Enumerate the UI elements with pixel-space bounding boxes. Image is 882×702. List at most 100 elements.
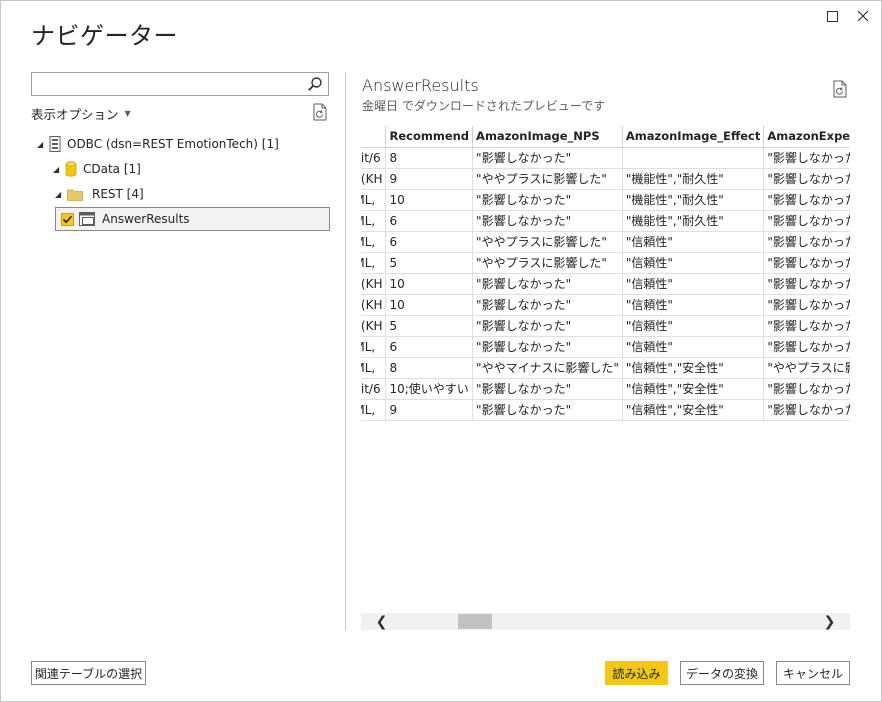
scrollbar-thumb[interactable] <box>458 614 492 629</box>
tree-node-odbc[interactable]: ◢ ODBC (dsn=REST EmotionTech) [1] <box>37 132 279 156</box>
column-header-recommend[interactable]: Recommend <box>385 126 474 148</box>
tree-node-answer-results[interactable]: AnswerResults <box>55 207 330 231</box>
table-cell: "影響しなかった" <box>763 315 850 337</box>
table-cell: "影響しなかった" <box>763 189 850 211</box>
table-cell: "信頼性" <box>622 336 765 358</box>
table-cell: 8 <box>385 357 474 379</box>
refresh-document-icon <box>832 80 848 102</box>
column-header[interactable] <box>361 126 387 148</box>
cancel-label: キャンセル <box>783 666 844 681</box>
table-cell: "影響しなかった" <box>472 189 623 211</box>
table-header-row: Recommend AmazonImage_NPS AmazonImage_Ef… <box>361 126 850 148</box>
scroll-right-icon[interactable]: ❯ <box>821 613 838 630</box>
tree-node-cdata[interactable]: ◢ CData [1] <box>53 157 141 181</box>
transform-data-button[interactable]: データの変換 <box>680 661 764 685</box>
table-cell: "影響しなかった" <box>472 147 623 169</box>
table-cell: "影響しなかった" <box>763 336 850 358</box>
display-options-dropdown[interactable]: 表示オプション ▼ <box>31 104 131 123</box>
table-cell: 6 <box>385 210 474 232</box>
close-window-button[interactable] <box>852 6 874 26</box>
preview-subtitle: 金曜日 でダウンロードされたプレビューです <box>362 99 606 113</box>
table-cell <box>622 147 765 169</box>
table-cell: HTML, <box>361 252 387 274</box>
expand-triangle-icon[interactable]: ◢ <box>53 165 65 174</box>
table-cell: "影響しなかった" <box>763 210 850 232</box>
table-cell: 6 <box>385 336 474 358</box>
refresh-button-left[interactable] <box>312 103 328 125</box>
table-cell: "影響しなかった" <box>763 399 850 421</box>
table-cell: "影響しなかった" <box>472 315 623 337</box>
table-cell: "信頼性" <box>622 273 765 295</box>
table-cell: "影響しなかった" <box>763 168 850 190</box>
table-cell: "影響しなかった" <box>472 378 623 400</box>
maximize-button[interactable] <box>821 6 843 26</box>
search-box[interactable] <box>31 72 329 96</box>
tree-label-odbc: ODBC (dsn=REST EmotionTech) [1] <box>67 137 279 151</box>
table-cell: ebKit/6 <box>361 378 387 400</box>
table-cell: "信頼性","安全性" <box>622 378 765 400</box>
table-cell: .36 (KH <box>361 273 387 295</box>
horizontal-scrollbar[interactable]: ❮ ❯ <box>361 613 850 630</box>
table-checkbox[interactable] <box>61 212 74 226</box>
table-cell: "影響しなかった" <box>763 273 850 295</box>
table-cell: "影響しなかった" <box>763 378 850 400</box>
search-input[interactable] <box>32 73 302 95</box>
scroll-left-icon[interactable]: ❮ <box>373 613 390 630</box>
load-button[interactable]: 読み込み <box>605 661 668 685</box>
search-icon[interactable] <box>307 76 323 96</box>
table-row: HTML, 10 "影響しなかった" "機能性","耐久性" "影響しなかった" <box>361 189 850 211</box>
table-row: .36 (KH 10 "影響しなかった" "信頼性" "影響しなかった" <box>361 273 850 295</box>
column-header-amazonimage-effect[interactable]: AmazonImage_Effect <box>622 126 765 148</box>
table-row: .36 (KH 5 "影響しなかった" "信頼性" "影響しなかった" <box>361 315 850 337</box>
table-cell: HTML, <box>361 210 387 232</box>
select-related-tables-label: 関連テーブルの選択 <box>34 666 143 681</box>
table-cell: "ややプラスに影響した" <box>472 252 623 274</box>
table-cell: "ややプラスに影響した" <box>472 168 623 190</box>
preview-table-viewport[interactable]: Recommend AmazonImage_NPS AmazonImage_Ef… <box>361 126 850 422</box>
column-header-amazonexperience-nps[interactable]: AmazonExperience_NPS <box>763 126 850 148</box>
tree-label-answer-results: AnswerResults <box>102 212 190 226</box>
table-row: HTML, 9 "影響しなかった" "信頼性","安全性" "影響しなかった" <box>361 399 850 421</box>
panel-divider <box>345 72 346 630</box>
preview-table: Recommend AmazonImage_NPS AmazonImage_Ef… <box>361 126 850 421</box>
folder-icon <box>67 188 83 201</box>
table-cell: 9 <box>385 168 474 190</box>
table-cell: "信頼性" <box>622 294 765 316</box>
table-cell: .36 (KH <box>361 315 387 337</box>
load-label: 読み込み <box>612 666 661 681</box>
table-cell: "影響しなかった" <box>472 273 623 295</box>
table-row: .36 (KH 10 "影響しなかった" "信頼性" "影響しなかった" <box>361 294 850 316</box>
transform-data-label: データの変換 <box>686 666 759 681</box>
tree-label-cdata: CData [1] <box>83 162 141 176</box>
select-related-tables-button[interactable]: 関連テーブルの選択 <box>31 661 146 685</box>
expand-triangle-icon[interactable]: ◢ <box>37 140 49 149</box>
table-cell: 9 <box>385 399 474 421</box>
tree-label-rest: REST [4] <box>92 187 144 201</box>
table-row: ebKit/6 10;使いやすい "影響しなかった" "信頼性","安全性" "… <box>361 378 850 400</box>
column-header-amazonimage-nps[interactable]: AmazonImage_NPS <box>472 126 623 148</box>
table-cell: 5 <box>385 315 474 337</box>
checkmark-icon <box>62 215 73 223</box>
table-cell: "影響しなかった" <box>472 210 623 232</box>
table-cell: 6 <box>385 231 474 253</box>
table-view-icon <box>79 212 95 226</box>
refresh-preview-button[interactable] <box>832 80 848 102</box>
tree-node-rest[interactable]: ◢ REST [4] <box>53 182 144 206</box>
maximize-icon <box>826 7 838 26</box>
expand-triangle-icon[interactable]: ◢ <box>55 190 67 199</box>
table-cell: 5 <box>385 252 474 274</box>
database-icon <box>65 161 77 177</box>
table-row: HTML, 6 "ややプラスに影響した" "信頼性" "影響しなかった" <box>361 231 850 253</box>
table-cell: "信頼性" <box>622 231 765 253</box>
table-cell: "信頼性" <box>622 315 765 337</box>
table-cell: HTML, <box>361 336 387 358</box>
table-cell: HTML, <box>361 231 387 253</box>
table-cell: 10 <box>385 273 474 295</box>
table-cell: .36 (KH <box>361 294 387 316</box>
cancel-button[interactable]: キャンセル <box>776 661 850 685</box>
display-options-label: 表示オプション <box>31 107 119 122</box>
table-cell: "信頼性" <box>622 252 765 274</box>
table-cell: .36 (KH <box>361 168 387 190</box>
table-cell: "信頼性","安全性" <box>622 357 765 379</box>
table-cell: "機能性","耐久性" <box>622 168 765 190</box>
